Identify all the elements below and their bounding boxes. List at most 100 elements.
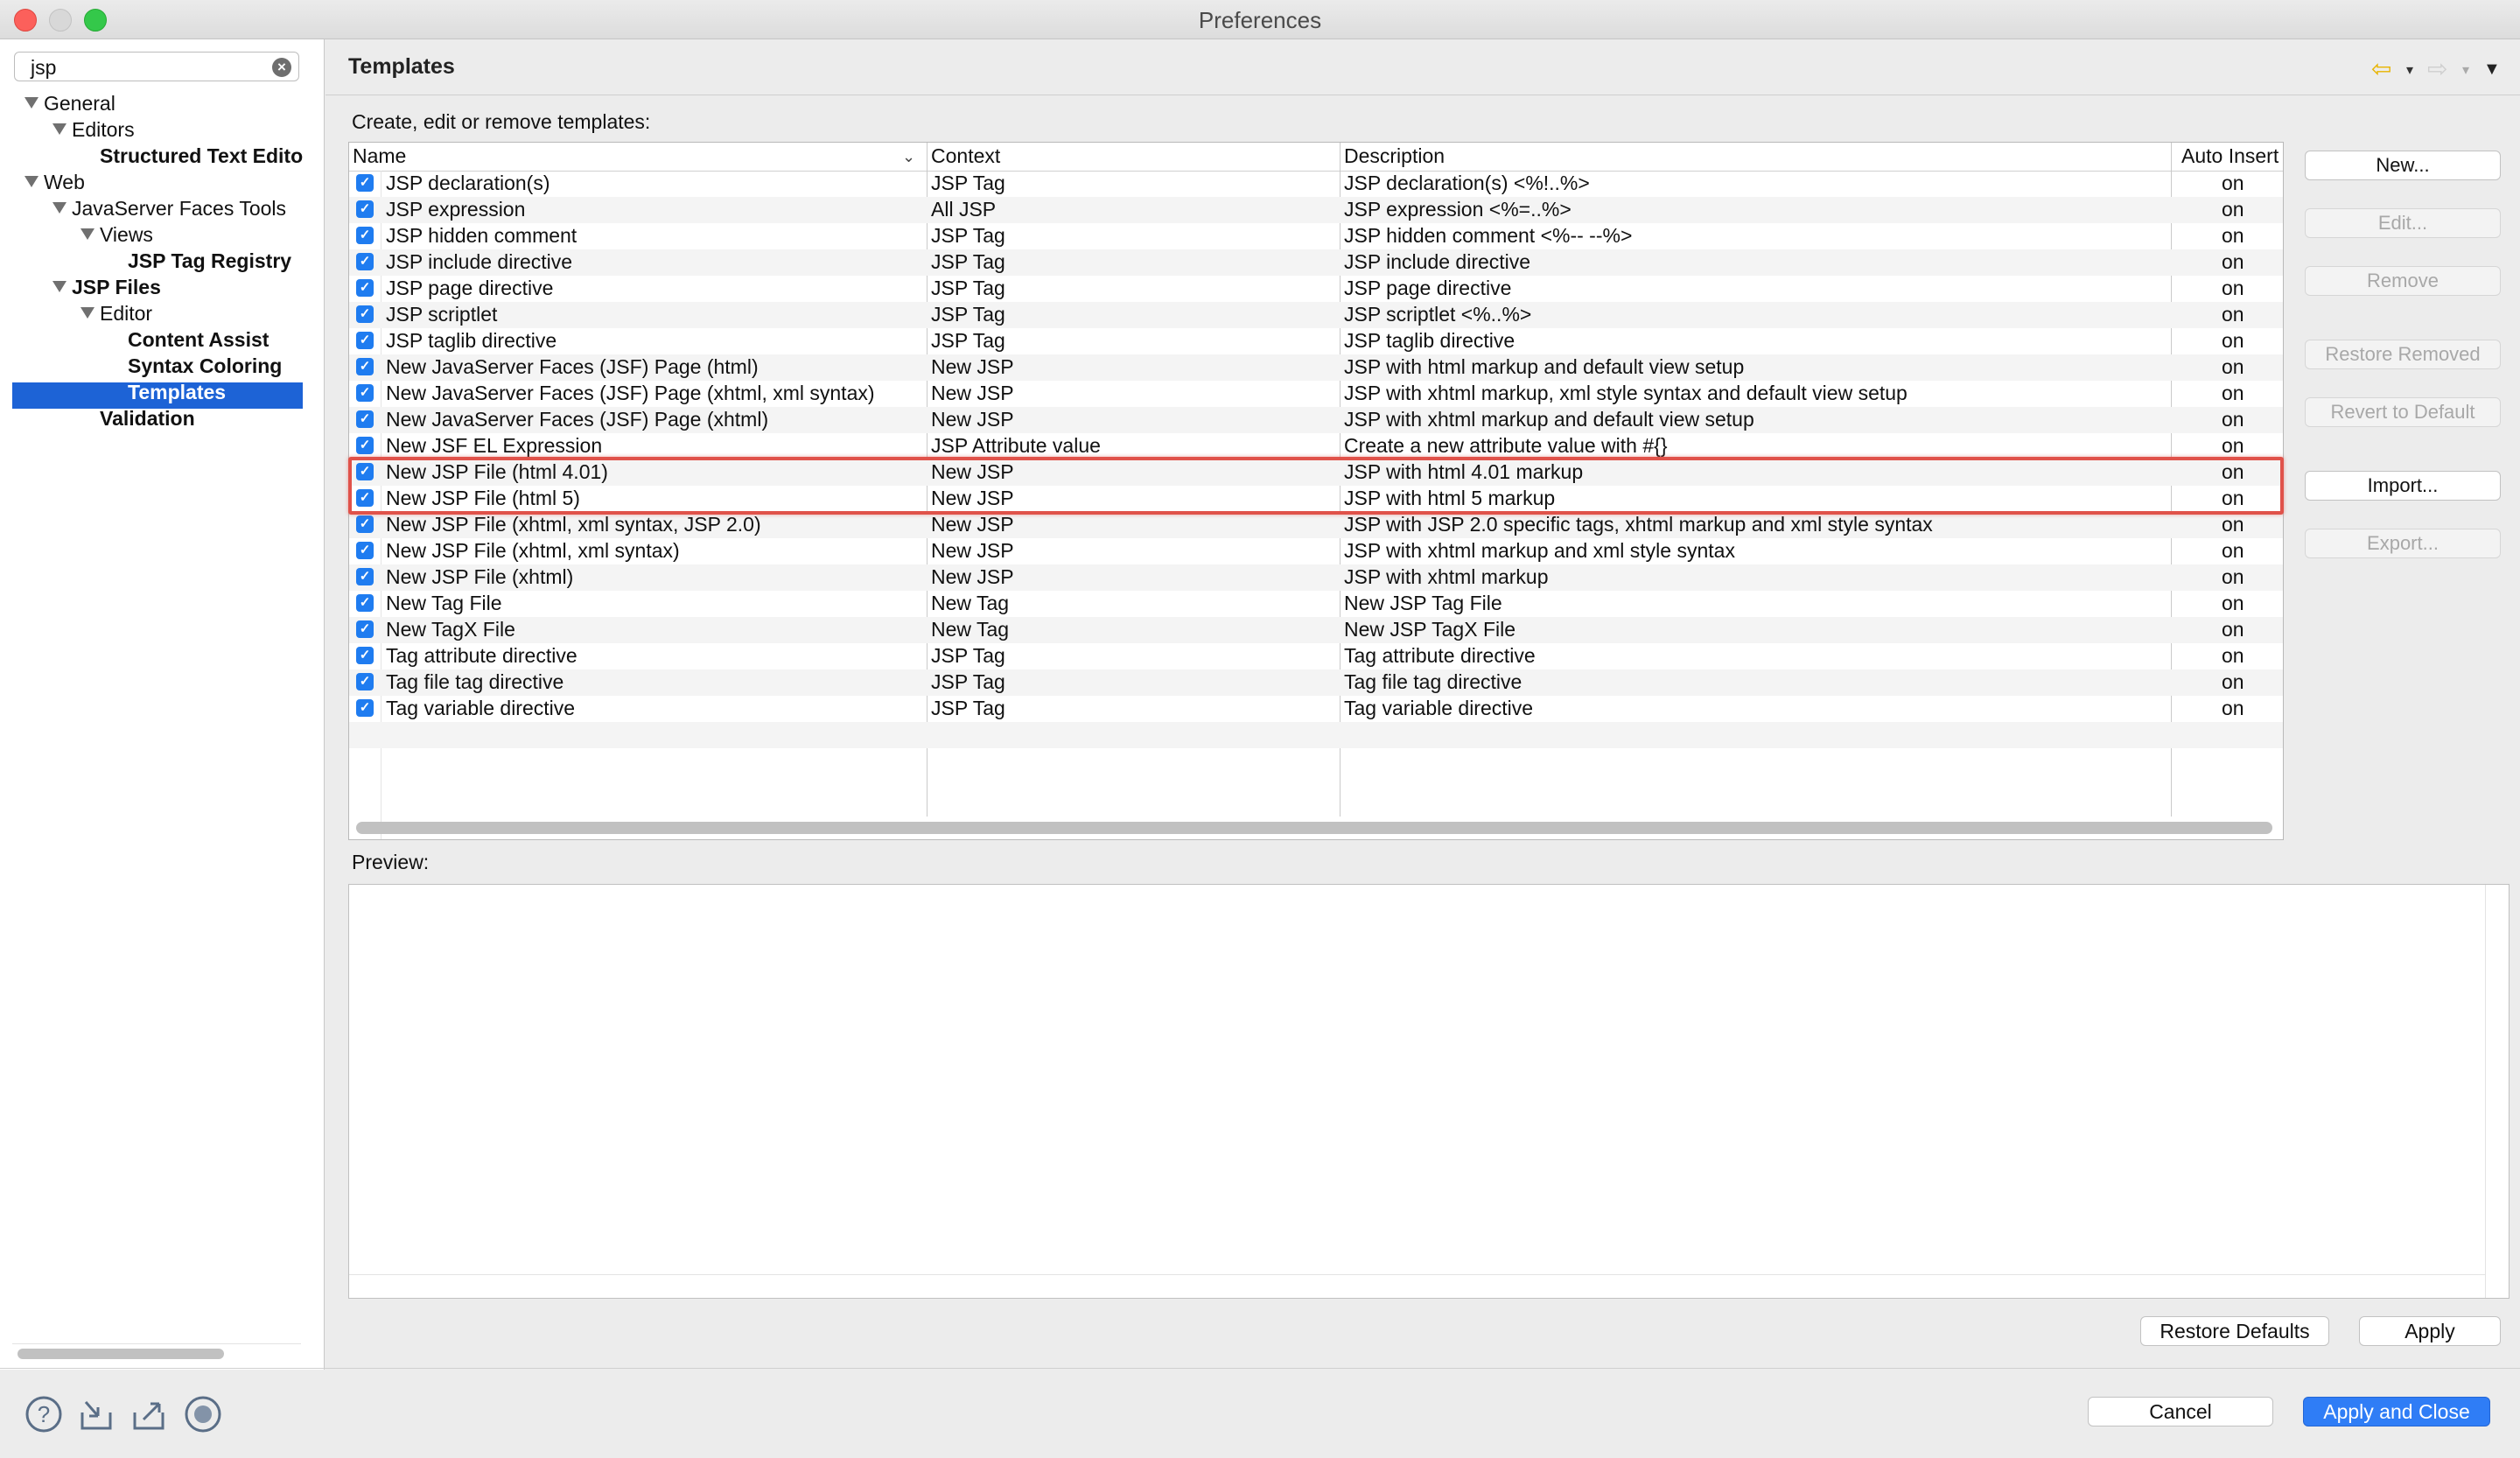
forward-arrow-icon[interactable]: ⇨	[2427, 54, 2447, 83]
restore-defaults-button[interactable]: Restore Defaults	[2140, 1316, 2329, 1346]
column-header-context[interactable]: Context	[931, 144, 1000, 168]
table-row[interactable]: ✓ New JSP File (xhtml, xml syntax, JSP 2.…	[349, 512, 2283, 538]
enable-checkbox[interactable]: ✓	[356, 279, 374, 297]
table-row[interactable]: ✓ JSP taglib directive JSP Tag JSP taglib d…	[349, 328, 2283, 354]
new-template-button[interactable]: New...	[2305, 151, 2501, 180]
table-row[interactable]: ✓ New JavaServer Faces (JSF) Page (html) N…	[349, 354, 2283, 381]
expand-triangle-icon[interactable]	[80, 228, 94, 241]
cancel-button[interactable]: Cancel	[2088, 1397, 2273, 1426]
record-icon[interactable]	[184, 1395, 222, 1433]
svg-text:?: ?	[38, 1401, 50, 1427]
tree-item-views[interactable]: Views	[80, 221, 153, 248]
back-arrow-icon[interactable]: ⇦	[2371, 54, 2391, 83]
edit-template-button[interactable]: Edit...	[2305, 208, 2501, 238]
enable-checkbox[interactable]: ✓	[356, 437, 374, 454]
tree-item-web[interactable]: Web	[24, 169, 85, 195]
enable-checkbox[interactable]: ✓	[356, 515, 374, 533]
enable-checkbox[interactable]: ✓	[356, 594, 374, 612]
preview-horizontal-scrollbar[interactable]	[349, 1274, 2486, 1298]
enable-checkbox[interactable]: ✓	[356, 410, 374, 428]
enable-checkbox[interactable]: ✓	[356, 647, 374, 664]
expand-triangle-icon[interactable]	[52, 123, 66, 136]
tree-item-templates[interactable]: Templates	[128, 379, 226, 405]
tree-item-editor[interactable]: Editor	[80, 300, 152, 326]
enable-checkbox[interactable]: ✓	[356, 489, 374, 507]
remove-template-button[interactable]: Remove	[2305, 266, 2501, 296]
expand-triangle-icon[interactable]	[24, 97, 38, 109]
tree-horizontal-scrollbar[interactable]	[18, 1349, 224, 1359]
table-row[interactable]: ✓ JSP hidden comment JSP Tag JSP hidden com…	[349, 223, 2283, 249]
tree-item-general[interactable]: General	[24, 90, 116, 116]
expand-triangle-icon[interactable]	[24, 176, 38, 188]
enable-checkbox[interactable]: ✓	[356, 358, 374, 375]
tree-item-validation[interactable]: Validation	[100, 405, 195, 431]
export-prefs-icon[interactable]	[130, 1395, 168, 1433]
table-row[interactable]: ✓ Tag file tag directive JSP Tag Tag file t…	[349, 669, 2283, 696]
enable-checkbox[interactable]: ✓	[356, 174, 374, 192]
expand-triangle-icon[interactable]	[80, 307, 94, 319]
forward-history-dropdown-icon[interactable]: ▾	[2462, 61, 2469, 79]
table-row[interactable]: ✓ New JSF EL Expression JSP Attribute valu…	[349, 433, 2283, 459]
table-row[interactable]: ✓ New TagX File New Tag New JSP TagX File on	[349, 617, 2283, 643]
enable-checkbox[interactable]: ✓	[356, 332, 374, 349]
search-input-value[interactable]: jsp	[31, 56, 56, 80]
table-row[interactable]: ✓ New JSP File (html 5) New JSP JSP with ht…	[349, 486, 2283, 512]
restore-removed-button[interactable]: Restore Removed	[2305, 340, 2501, 369]
table-row[interactable]: ✓ JSP expression All JSP JSP expression <%=…	[349, 197, 2283, 223]
help-icon[interactable]: ?	[24, 1395, 63, 1433]
column-header-auto-insert[interactable]: Auto Insert	[2181, 144, 2278, 168]
table-horizontal-scrollbar[interactable]	[356, 822, 2272, 834]
apply-and-close-button[interactable]: Apply and Close	[2303, 1397, 2490, 1426]
import-button[interactable]: Import...	[2305, 471, 2501, 501]
tree-item-structured-text-editors[interactable]: Structured Text Edito	[100, 143, 303, 169]
apply-button[interactable]: Apply	[2359, 1316, 2501, 1346]
column-header-description[interactable]: Description	[1344, 144, 1445, 168]
preview-vertical-scrollbar[interactable]	[2485, 885, 2509, 1298]
tree-item-editors[interactable]: Editors	[52, 116, 135, 143]
back-history-dropdown-icon[interactable]: ▾	[2406, 61, 2413, 79]
enable-checkbox[interactable]: ✓	[356, 253, 374, 270]
import-prefs-icon[interactable]	[77, 1395, 116, 1433]
table-row[interactable]: ✓ New JSP File (xhtml, xml syntax) New JSP…	[349, 538, 2283, 564]
sort-chevron-down-icon[interactable]: ⌄	[902, 148, 915, 166]
enable-checkbox[interactable]: ✓	[356, 384, 374, 402]
table-row[interactable]: ✓ Tag variable directive JSP Tag Tag variab…	[349, 696, 2283, 722]
revert-to-default-button[interactable]: Revert to Default	[2305, 397, 2501, 427]
templates-table[interactable]: Name ⌄ Context Description Auto Insert ✓…	[348, 142, 2284, 840]
enable-checkbox[interactable]: ✓	[356, 542, 374, 559]
enable-checkbox[interactable]: ✓	[356, 620, 374, 638]
column-header-name[interactable]: Name	[353, 144, 406, 168]
table-row[interactable]: ✓ New JavaServer Faces (JSF) Page (xhtml,…	[349, 381, 2283, 407]
table-row[interactable]: ✓ New JSP File (html 4.01) New JSP JSP with…	[349, 459, 2283, 486]
expand-triangle-icon[interactable]	[52, 281, 66, 293]
footer-divider	[0, 1368, 2520, 1369]
table-row[interactable]: ✓ New JSP File (xhtml) New JSP JSP with xht…	[349, 564, 2283, 591]
preview-area[interactable]	[348, 884, 2510, 1299]
table-row[interactable]: ✓ Tag attribute directive JSP Tag Tag attri…	[349, 643, 2283, 669]
tree-item-jsp-tag-registry[interactable]: JSP Tag Registry	[128, 248, 291, 274]
table-row[interactable]: ✓ New JavaServer Faces (JSF) Page (xhtml)…	[349, 407, 2283, 433]
tree-item-syntax-coloring[interactable]: Syntax Coloring	[128, 353, 282, 379]
template-description-cell: Create a new attribute value with #{}	[1344, 434, 1668, 457]
tree-item-content-assist[interactable]: Content Assist	[128, 326, 269, 353]
enable-checkbox[interactable]: ✓	[356, 463, 374, 480]
table-row[interactable]: ✓ JSP scriptlet JSP Tag JSP scriptlet <%..%…	[349, 302, 2283, 328]
clear-search-icon[interactable]: ×	[272, 58, 291, 77]
enable-checkbox[interactable]: ✓	[356, 568, 374, 585]
table-row[interactable]: ✓ JSP include directive JSP Tag JSP include…	[349, 249, 2283, 276]
enable-checkbox[interactable]: ✓	[356, 227, 374, 244]
tree-item-jsp-files[interactable]: JSP Files	[52, 274, 161, 300]
enable-checkbox[interactable]: ✓	[356, 673, 374, 690]
table-row[interactable]: ✓ JSP declaration(s) JSP Tag JSP declaratio…	[349, 171, 2283, 197]
enable-checkbox[interactable]: ✓	[356, 200, 374, 218]
enable-checkbox[interactable]: ✓	[356, 699, 374, 717]
search-input[interactable]: jsp ×	[14, 52, 299, 81]
view-menu-icon[interactable]: ▼	[2483, 60, 2501, 80]
table-row[interactable]: ✓ JSP page directive JSP Tag JSP page direc…	[349, 276, 2283, 302]
expand-triangle-icon[interactable]	[52, 202, 66, 214]
export-button[interactable]: Export...	[2305, 529, 2501, 558]
tree-item-jsf-tools[interactable]: JavaServer Faces Tools	[52, 195, 286, 221]
table-row[interactable]: ✓ New Tag File New Tag New JSP Tag File on	[349, 591, 2283, 617]
enable-checkbox[interactable]: ✓	[356, 305, 374, 323]
auto-insert-cell: on	[2222, 618, 2244, 641]
